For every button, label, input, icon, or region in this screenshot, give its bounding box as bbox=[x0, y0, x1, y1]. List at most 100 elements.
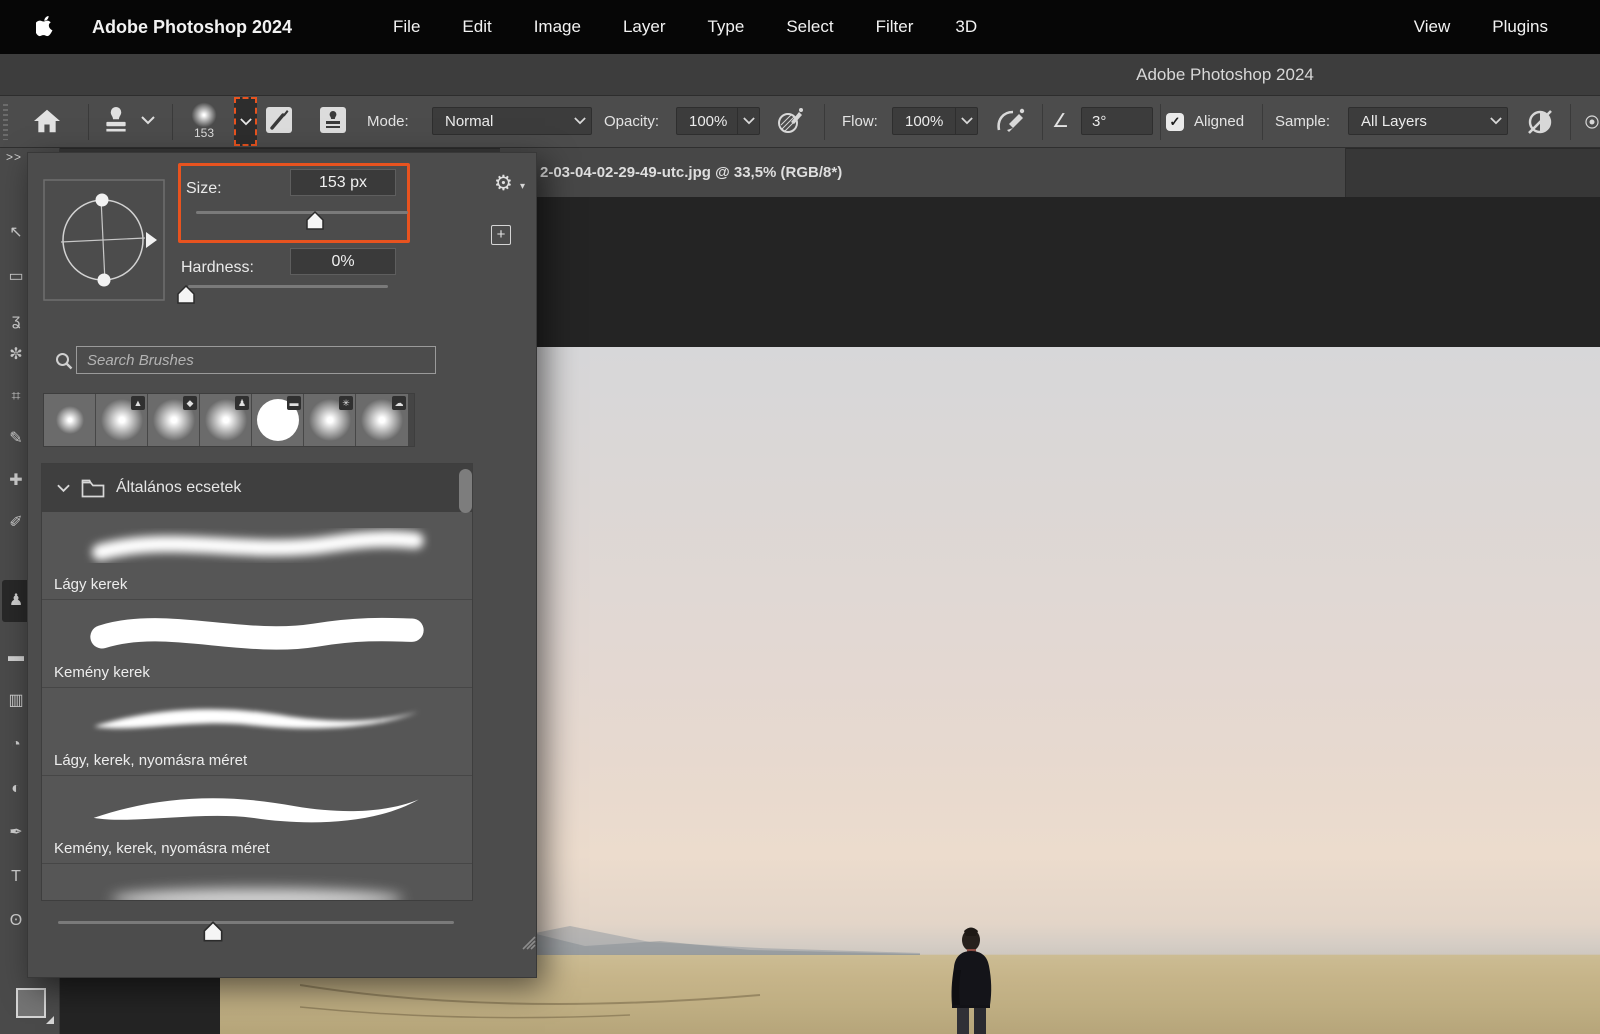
toolbar-expand-button[interactable]: >> bbox=[6, 150, 22, 164]
brush-list: Általános ecsetek Lágy kerek Kemény kere… bbox=[41, 463, 473, 901]
lasso-tool-icon[interactable]: ʓ bbox=[5, 310, 27, 332]
menu-image[interactable]: Image bbox=[513, 0, 602, 54]
chevron-down-icon bbox=[569, 108, 591, 134]
pen-tool-icon[interactable]: ✒ bbox=[5, 822, 27, 844]
brush-folder-name: Általános ecsetek bbox=[116, 479, 241, 497]
brush-angle-icon: ∠ bbox=[1052, 96, 1069, 148]
chevron-down-icon bbox=[737, 108, 759, 134]
recent-brush-opacity-pressure[interactable]: ◆ bbox=[148, 394, 200, 446]
preview-size-slider-thumb[interactable] bbox=[200, 919, 226, 945]
recent-brush-size-pressure[interactable]: ▲ bbox=[96, 394, 148, 446]
gear-icon[interactable]: ⚙ bbox=[494, 171, 513, 196]
sample-select[interactable]: All Layers bbox=[1348, 107, 1508, 135]
pressure-opacity-icon[interactable] bbox=[776, 104, 806, 138]
soft-round-stroke-preview bbox=[82, 514, 432, 572]
brush-list-scrollbar-thumb[interactable] bbox=[459, 469, 472, 513]
dodge-tool-icon[interactable]: ◐ bbox=[5, 778, 27, 800]
menu-filter[interactable]: Filter bbox=[855, 0, 935, 54]
brush-item-hard-round[interactable]: Kemény kerek bbox=[42, 600, 472, 688]
options-separator bbox=[824, 104, 825, 140]
recent-brush-stamp[interactable]: ♟ bbox=[200, 394, 252, 446]
hardness-field[interactable]: 0% bbox=[290, 248, 396, 275]
hardness-slider-track[interactable] bbox=[188, 285, 388, 288]
search-brushes-input[interactable] bbox=[76, 346, 436, 374]
recent-brush-texture[interactable]: ✳ bbox=[304, 394, 356, 446]
search-icon bbox=[54, 351, 74, 371]
menu-select[interactable]: Select bbox=[765, 0, 854, 54]
healing-brush-tool-icon[interactable]: ✚ bbox=[5, 470, 27, 492]
new-brush-button[interactable]: + bbox=[491, 225, 511, 245]
marquee-tool-icon[interactable]: ▭ bbox=[5, 266, 27, 288]
brush-item-soft-round-pressure-size[interactable]: Lágy, kerek, nyomásra méret bbox=[42, 688, 472, 776]
menu-type[interactable]: Type bbox=[686, 0, 765, 54]
flow-select[interactable]: 100% bbox=[892, 107, 978, 135]
swatch-corner-icon bbox=[46, 1016, 54, 1024]
sample-value: All Layers bbox=[1349, 113, 1485, 130]
crop-tool-icon[interactable]: ⌗ bbox=[5, 386, 27, 408]
document-tab[interactable]: 2-03-04-02-29-49-utc.jpg @ 33,5% (RGB/8*… bbox=[500, 148, 1346, 197]
chevron-down-icon bbox=[955, 108, 977, 134]
document-tab-title: 2-03-04-02-29-49-utc.jpg @ 33,5% (RGB/8*… bbox=[540, 148, 842, 197]
eyedropper-tool-icon[interactable]: ✎ bbox=[5, 428, 27, 450]
hand-tool-icon[interactable]: ʘ bbox=[5, 910, 27, 932]
menu-view[interactable]: View bbox=[1414, 0, 1451, 54]
blur-tool-icon[interactable]: ◔ bbox=[5, 734, 27, 756]
pressure-size-icon[interactable] bbox=[1584, 106, 1600, 138]
popup-resize-grip[interactable] bbox=[515, 929, 537, 951]
foreground-color-swatch[interactable] bbox=[16, 988, 46, 1018]
brush-item-partial[interactable] bbox=[42, 864, 472, 901]
options-separator bbox=[1042, 104, 1043, 140]
options-separator bbox=[1570, 104, 1571, 140]
options-separator bbox=[1262, 104, 1263, 140]
texture-badge-icon: ✳ bbox=[339, 396, 353, 410]
type-tool-icon[interactable]: T bbox=[5, 866, 27, 888]
recent-brush-smudge[interactable]: ☁ bbox=[356, 394, 408, 446]
aligned-checkbox[interactable]: ✓ bbox=[1166, 113, 1184, 131]
magic-wand-tool-icon[interactable]: ✼ bbox=[5, 344, 27, 366]
mode-label: Mode: bbox=[367, 96, 409, 148]
menu-plugins[interactable]: Plugins bbox=[1492, 0, 1548, 54]
menu-layer[interactable]: Layer bbox=[602, 0, 687, 54]
brush-angle-field[interactable]: 3° bbox=[1081, 107, 1153, 135]
menu-file[interactable]: File bbox=[372, 0, 441, 54]
recent-brush-hard-round-eraser[interactable]: ▬ bbox=[252, 394, 304, 446]
brush-settings-flyout-button[interactable] bbox=[234, 97, 257, 146]
eraser-tool-icon[interactable]: ▬ bbox=[5, 646, 27, 668]
brush-folder-header[interactable]: Általános ecsetek bbox=[42, 464, 472, 512]
apple-icon[interactable] bbox=[36, 16, 54, 43]
menu-app-name[interactable]: Adobe Photoshop 2024 bbox=[92, 0, 292, 54]
menu-edit[interactable]: Edit bbox=[441, 0, 512, 54]
recent-brush-soft-round-small[interactable] bbox=[44, 394, 96, 446]
menu-bar: Adobe Photoshop 2024 File Edit Image Lay… bbox=[0, 0, 1600, 54]
toggle-clone-source-panel-icon[interactable] bbox=[316, 102, 350, 138]
preview-size-slider-track[interactable] bbox=[58, 921, 454, 924]
brush-angle-roundness-control[interactable] bbox=[43, 179, 165, 301]
options-bar-grip[interactable] bbox=[3, 104, 8, 140]
mode-select[interactable]: Normal bbox=[432, 107, 592, 135]
brush-preset-popup: Size: 153 px ⚙ ▾ + Hardness: 0% bbox=[27, 152, 537, 978]
sample-label: Sample: bbox=[1275, 96, 1330, 148]
brush-tool-icon[interactable]: ✐ bbox=[5, 512, 27, 534]
flow-value: 100% bbox=[893, 113, 955, 130]
hardness-slider-thumb[interactable] bbox=[174, 283, 198, 307]
opacity-select[interactable]: 100% bbox=[676, 107, 760, 135]
ignore-adjustment-layers-icon[interactable] bbox=[1522, 104, 1558, 140]
clone-stamp-tool-icon-selected[interactable]: ♟ bbox=[5, 590, 27, 612]
gradient-tool-icon[interactable]: ▥ bbox=[5, 690, 27, 712]
size-slider-thumb[interactable] bbox=[303, 209, 327, 233]
brush-preview-thumbnail[interactable] bbox=[191, 102, 217, 128]
brush-preview-size-label: 153 bbox=[186, 126, 222, 140]
size-slider-track[interactable] bbox=[196, 211, 408, 214]
brush-item-soft-round[interactable]: Lágy kerek bbox=[42, 512, 472, 600]
clone-stamp-tool-icon[interactable] bbox=[100, 102, 132, 140]
brush-name: Lágy kerek bbox=[54, 576, 127, 593]
toggle-brush-settings-panel-icon[interactable] bbox=[262, 102, 296, 138]
airbrush-toggle-icon[interactable] bbox=[994, 104, 1028, 138]
brush-item-hard-round-pressure-size[interactable]: Kemény, kerek, nyomásra méret bbox=[42, 776, 472, 864]
home-icon[interactable] bbox=[30, 104, 64, 138]
size-field[interactable]: 153 px bbox=[290, 169, 396, 196]
tool-preset-chevron-icon[interactable] bbox=[138, 112, 158, 128]
menu-3d[interactable]: 3D bbox=[934, 0, 998, 54]
options-separator bbox=[88, 104, 89, 140]
move-tool-icon[interactable]: ↖ bbox=[5, 222, 27, 244]
